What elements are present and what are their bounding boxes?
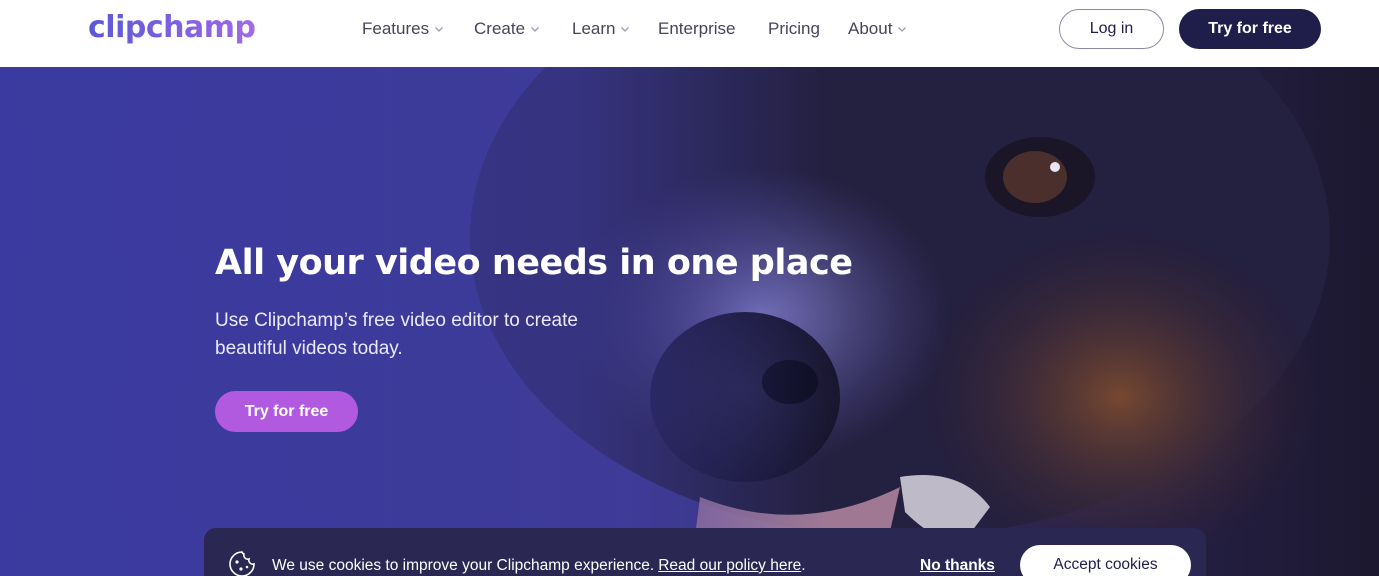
chevron-down-icon bbox=[434, 24, 444, 34]
nav-learn[interactable]: Learn bbox=[572, 18, 630, 40]
chevron-down-icon bbox=[530, 24, 540, 34]
nav-create[interactable]: Create bbox=[474, 18, 540, 40]
page: clipchamp Features Create Learn Enterpri… bbox=[0, 0, 1379, 576]
nav-enterprise[interactable]: Enterprise bbox=[658, 18, 735, 40]
cookie-banner: We use cookies to improve your Clipchamp… bbox=[204, 528, 1206, 576]
nav-learn-label: Learn bbox=[572, 19, 616, 38]
nav-pricing[interactable]: Pricing bbox=[768, 18, 820, 40]
cookie-message-text: We use cookies to improve your Clipchamp… bbox=[272, 557, 655, 574]
chevron-down-icon bbox=[897, 24, 907, 34]
cookie-policy-link[interactable]: Read our policy here bbox=[658, 557, 801, 574]
nav-about-label: About bbox=[848, 19, 893, 38]
login-button[interactable]: Log in bbox=[1059, 9, 1164, 49]
nav-enterprise-label: Enterprise bbox=[658, 19, 736, 38]
hero-subtitle: Use Clipchamp’s free video editor to cre… bbox=[215, 310, 578, 359]
clipchamp-logo[interactable]: clipchamp bbox=[88, 10, 256, 45]
cookie-link-suffix: . bbox=[801, 557, 806, 574]
nav-features-label: Features bbox=[362, 19, 430, 38]
hero-section: All your video needs in one place Use Cl… bbox=[0, 67, 1379, 576]
hero-title: All your video needs in one place bbox=[215, 243, 853, 283]
accept-cookies-button[interactable]: Accept cookies bbox=[1020, 545, 1191, 576]
chevron-down-icon bbox=[620, 24, 630, 34]
nav-pricing-label: Pricing bbox=[768, 19, 820, 38]
top-navigation-bar: clipchamp Features Create Learn Enterpri… bbox=[0, 0, 1379, 67]
nav-features[interactable]: Features bbox=[362, 18, 444, 40]
cookie-message: We use cookies to improve your Clipchamp… bbox=[272, 557, 806, 575]
hero-try-for-free-button[interactable]: Try for free bbox=[215, 391, 358, 432]
hero-background-image bbox=[0, 67, 1379, 576]
try-for-free-button[interactable]: Try for free bbox=[1179, 9, 1321, 49]
nav-about[interactable]: About bbox=[848, 18, 907, 40]
cookie-icon bbox=[228, 550, 256, 576]
no-thanks-button[interactable]: No thanks bbox=[920, 557, 995, 575]
nav-create-label: Create bbox=[474, 19, 526, 38]
